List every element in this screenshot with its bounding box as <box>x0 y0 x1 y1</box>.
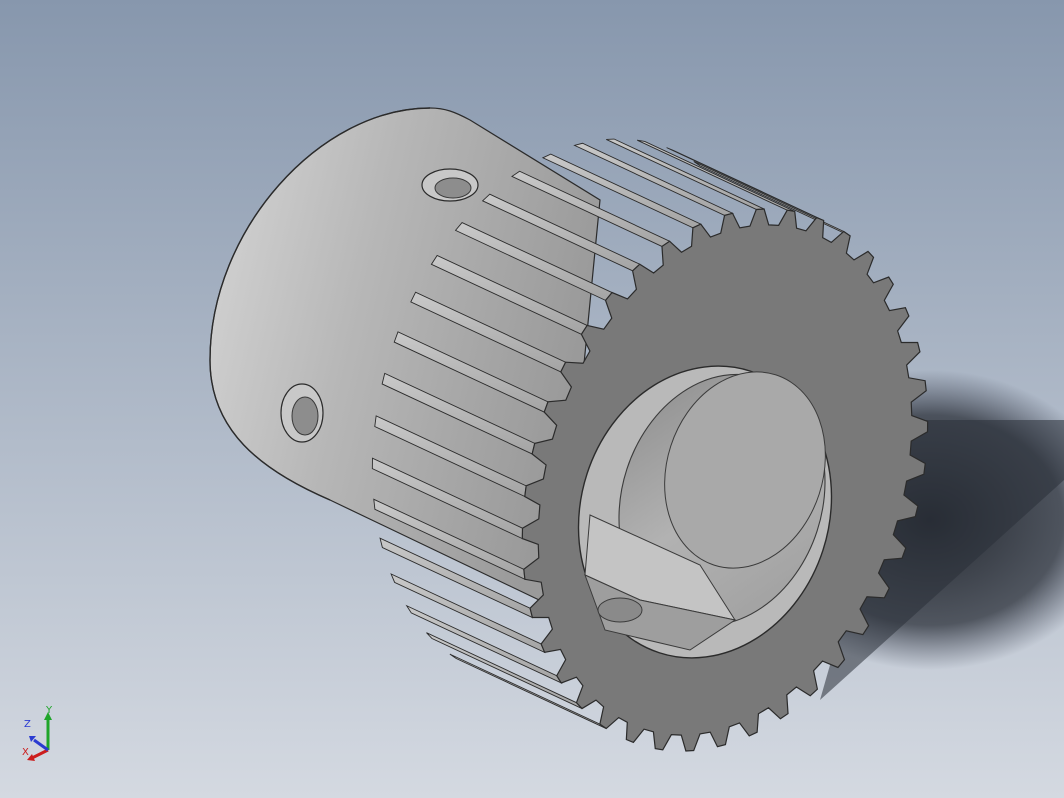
triad-x-label: X <box>22 747 29 758</box>
model-view-canvas[interactable] <box>0 0 1064 798</box>
triad-z-label: Z <box>24 719 31 730</box>
reference-triad: Y Z X <box>18 704 64 764</box>
keyway-notch <box>597 597 643 623</box>
set-screw-hole-side-icon <box>280 383 324 443</box>
graphics-viewport[interactable]: Y Z X <box>0 0 1064 798</box>
set-screw-hole-top-icon <box>421 168 479 202</box>
triad-y-label: Y <box>46 705 53 716</box>
